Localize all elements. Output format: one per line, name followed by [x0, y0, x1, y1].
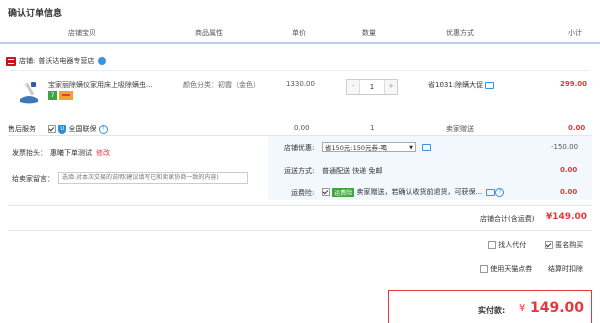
store-total-amount: ¥149.00 — [546, 212, 587, 222]
seven-day-return-badge[interactable]: 7 — [48, 91, 57, 100]
coupon-label: 店铺优惠: — [284, 144, 315, 152]
store-icon — [6, 56, 16, 66]
discount-info-icon[interactable] — [485, 81, 495, 89]
section-divider-3 — [8, 230, 592, 231]
store-label: 店铺: — [19, 57, 36, 65]
freight-insurance-options: 运费险 卖家赠送，若确认收货前退货，可获保... ? — [322, 187, 505, 197]
coupon-amount: -150.00 — [551, 143, 579, 151]
header-unit-price: 单价 — [292, 29, 306, 37]
after-sale-seller: 卖家赠送 — [446, 125, 474, 133]
product-thumbnail[interactable] — [16, 80, 42, 106]
header-attributes: 商品属性 — [195, 29, 223, 37]
help-icon[interactable]: ? — [98, 124, 108, 134]
message-input[interactable] — [58, 172, 248, 184]
header-quantity: 数量 — [362, 29, 376, 37]
after-sale-label: 售后服务 — [8, 125, 36, 133]
tmall-points-checkbox[interactable] — [480, 265, 488, 273]
shield-icon: U — [58, 124, 67, 134]
unit-price: 1330.00 — [286, 80, 315, 88]
tmall-points-label: 使用天猫点券 — [490, 265, 533, 273]
freight-help-icon[interactable]: ? — [495, 187, 505, 197]
tmall-points-option: 使用天猫点券 — [480, 264, 532, 274]
freight-insurance-checkbox[interactable] — [322, 188, 330, 196]
anonymous-label: 匿名购买 — [555, 241, 584, 249]
insurance-label: 全国联保 — [68, 125, 97, 133]
freight-insurance-tag: 运费险 — [332, 187, 355, 197]
store-total-label: 店铺合计(含运费) — [480, 215, 535, 223]
header-discount: 优惠方式 — [446, 29, 474, 37]
shipping-amount: 0.00 — [560, 166, 578, 174]
invoice-edit-link[interactable]: 修改 — [96, 148, 110, 158]
store-row: 店铺: 普沃达电器专营店 — [6, 56, 107, 68]
anonymous-checkbox[interactable] — [545, 241, 553, 249]
freight-insurance-label: 运费险: — [291, 189, 315, 197]
proxy-pay-option: 找人代付 — [488, 240, 526, 250]
wangwang-chat-icon[interactable] — [98, 57, 107, 65]
quantity-input[interactable]: 1 — [361, 80, 383, 94]
payment-amount: 149.00 — [530, 300, 585, 316]
item-discount-text: 省1031:除螨大促 — [428, 81, 484, 89]
message-label: 给卖家留言： — [12, 175, 54, 183]
quantity-plus-button[interactable]: + — [384, 80, 397, 94]
anonymous-option: 匿名购买 — [545, 240, 583, 250]
header-store-item: 店铺宝贝 — [68, 29, 96, 37]
page-title: 确认订单信息 — [8, 9, 63, 19]
header-subtotal: 小计 — [568, 29, 582, 37]
after-sale-row: 售后服务 U 全国联保 ? 0.00 1 卖家赠送 0.00 — [8, 124, 592, 134]
invoice-value: 惠曦下单测试 — [50, 149, 92, 157]
freight-info-icon[interactable] — [486, 188, 496, 196]
proxy-pay-label: 找人代付 — [498, 241, 527, 249]
after-sale-options: U 全国联保 ? — [48, 124, 108, 134]
insurance-checkbox[interactable] — [48, 125, 56, 133]
payment-label: 实付款: — [478, 306, 506, 315]
table-header: 店铺宝贝 商品属性 单价 数量 优惠方式 小计 — [0, 28, 600, 40]
header-divider — [0, 42, 600, 44]
quantity-minus-button[interactable]: - — [347, 80, 360, 94]
payment-currency: ¥ — [519, 303, 526, 314]
freight-insurance-text: 卖家赠送，若确认收货前退货，可获保... — [356, 188, 483, 196]
freight-insurance-amount: 0.00 — [560, 188, 578, 196]
proxy-pay-checkbox[interactable] — [488, 241, 496, 249]
after-sale-quantity: 1 — [370, 124, 375, 132]
item-row — [10, 70, 590, 117]
item-discount: 省1031:除螨大促 — [428, 80, 495, 90]
coupon-selected: 省150元:150元券-喝 — [325, 144, 387, 152]
item-subtotal: 299.00 — [560, 80, 588, 88]
coupon-select[interactable]: 省150元:150元券-喝 ▼ — [322, 142, 416, 152]
after-sale-subtotal: 0.00 — [568, 124, 586, 132]
credit-card-icon[interactable] — [59, 91, 73, 100]
order-notes-panel — [8, 136, 262, 200]
chevron-down-icon: ▼ — [409, 145, 413, 151]
quantity-stepper: - 1 + — [346, 79, 398, 95]
after-sale-price: 0.00 — [294, 124, 310, 132]
product-attribute: 颜色分类：初霞（金色） — [183, 81, 260, 89]
store-name-link[interactable]: 普沃达电器专营店 — [38, 57, 94, 65]
shipping-value: 普通配送 快递 免邮 — [322, 167, 383, 175]
points-deduct-text: 结算时扣除 — [548, 265, 583, 273]
invoice-label: 发票抬头： — [12, 149, 47, 157]
section-divider-2 — [8, 205, 592, 206]
product-title-link[interactable]: 宝家丽除螨仪家用床上吸除螨虫... — [48, 80, 153, 90]
coupon-info-icon[interactable] — [422, 144, 431, 151]
shipping-label: 运送方式: — [284, 167, 315, 175]
